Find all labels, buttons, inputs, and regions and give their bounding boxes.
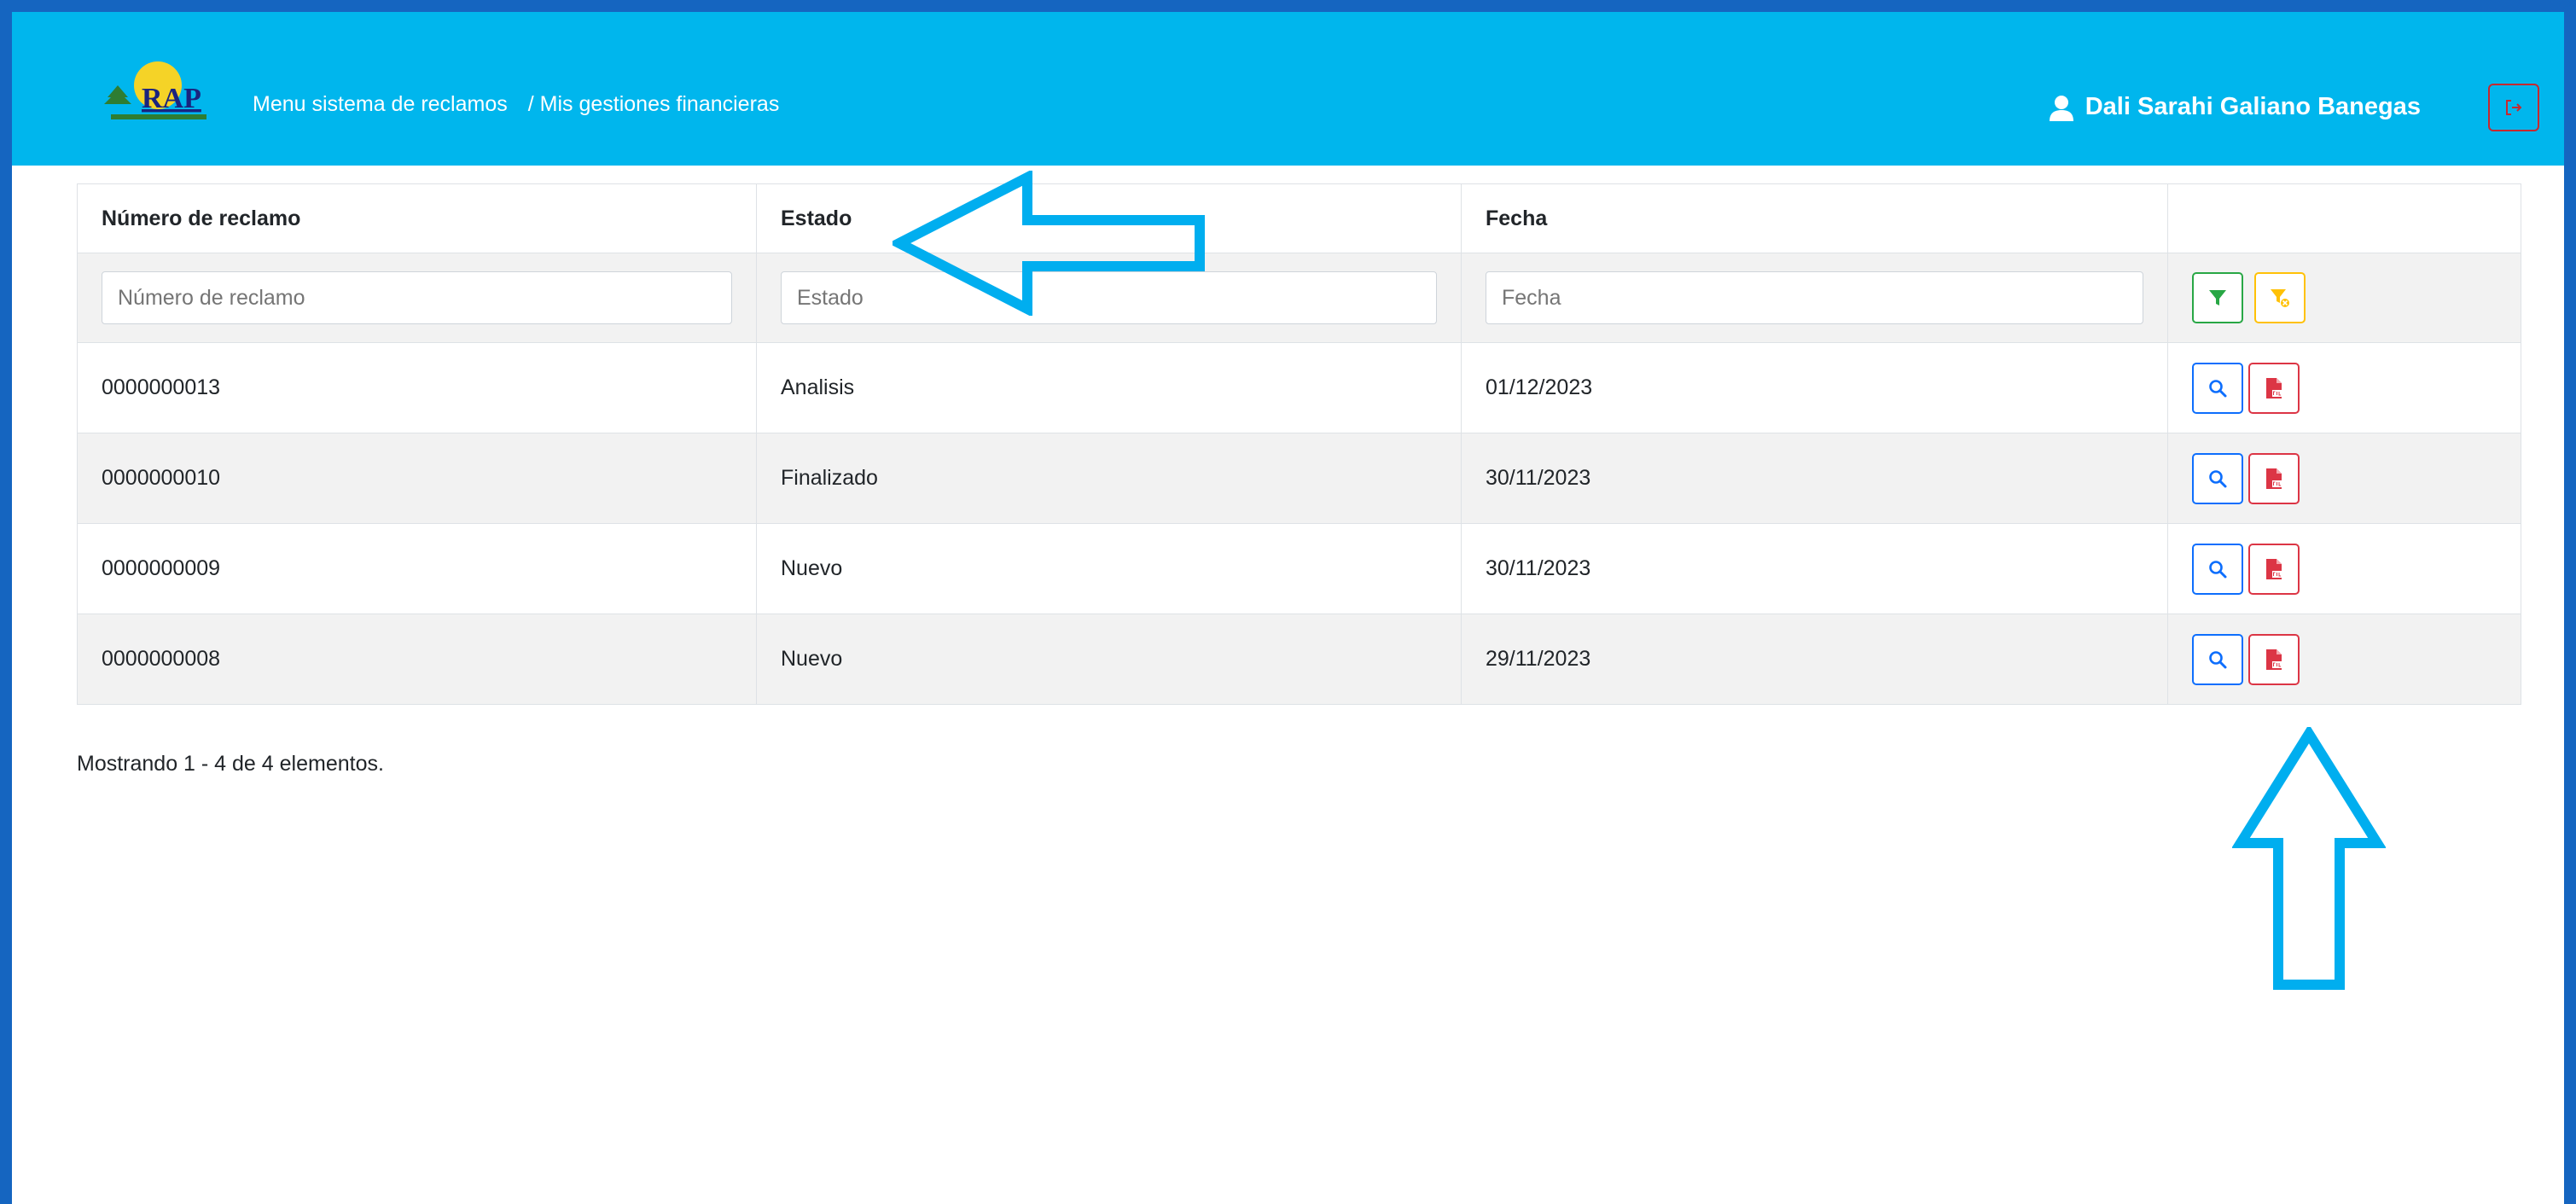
row-actions-cell xyxy=(2167,523,2521,614)
claim-number-cell: 0000000008 xyxy=(77,614,757,705)
claim-date-cell: 01/12/2023 xyxy=(1461,342,2168,433)
user-menu[interactable]: Dali Sarahi Galiano Banegas xyxy=(2048,93,2421,121)
breadcrumb: Menu sistema de reclamos / Mis gestiones… xyxy=(253,92,779,117)
table-row: 0000000008 Nuevo 29/11/2023 xyxy=(77,614,2521,705)
claim-number-cell: 0000000013 xyxy=(77,342,757,433)
app-window: RAP Menu sistema de reclamos / Mis gesti… xyxy=(12,12,2564,1204)
claim-status-cell: Finalizado xyxy=(756,433,1462,524)
logout-button[interactable] xyxy=(2488,84,2539,131)
view-claim-button[interactable] xyxy=(2192,362,2243,414)
pdf-icon xyxy=(2266,468,2282,489)
claim-status-cell: Analisis xyxy=(756,342,1462,433)
row-actions-cell xyxy=(2167,433,2521,524)
breadcrumb-menu-link[interactable]: Menu sistema de reclamos xyxy=(253,92,508,117)
annotation-arrow-left xyxy=(893,171,1205,316)
claim-date-cell: 30/11/2023 xyxy=(1461,433,2168,524)
search-icon xyxy=(2209,469,2227,487)
numero-filter-input[interactable] xyxy=(102,271,732,324)
user-icon xyxy=(2049,95,2073,121)
pagination-summary: Mostrando 1 - 4 de 4 elementos. xyxy=(77,752,384,776)
filter-actions-cell xyxy=(2167,253,2521,343)
claim-status-cell: Nuevo xyxy=(756,614,1462,705)
fecha-filter-input[interactable] xyxy=(1486,271,2143,324)
filter-clear-icon xyxy=(2270,289,2289,307)
table-row: 0000000010 Finalizado 30/11/2023 xyxy=(77,433,2521,524)
search-icon xyxy=(2209,560,2227,578)
user-name: Dali Sarahi Galiano Banegas xyxy=(2085,93,2421,120)
download-pdf-button[interactable] xyxy=(2248,362,2300,414)
download-pdf-button[interactable] xyxy=(2248,543,2300,595)
row-actions-cell xyxy=(2167,342,2521,433)
column-header-fecha[interactable]: Fecha xyxy=(1461,183,2168,253)
claim-number-cell: 0000000009 xyxy=(77,523,757,614)
pdf-icon xyxy=(2266,377,2282,398)
pdf-icon xyxy=(2266,649,2282,670)
rap-logo[interactable]: RAP xyxy=(99,60,217,126)
view-claim-button[interactable] xyxy=(2192,543,2243,595)
top-navbar: RAP Menu sistema de reclamos / Mis gesti… xyxy=(12,12,2564,166)
table-header: Número de reclamo Estado Fecha xyxy=(77,183,2521,253)
filter-icon xyxy=(2209,290,2226,305)
download-pdf-button[interactable] xyxy=(2248,452,2300,504)
claim-date-cell: 29/11/2023 xyxy=(1461,614,2168,705)
column-header-actions xyxy=(2167,183,2521,253)
view-claim-button[interactable] xyxy=(2192,452,2243,504)
download-pdf-button[interactable] xyxy=(2248,633,2300,685)
logo-text: RAP xyxy=(142,83,201,114)
table-row: 0000000013 Analisis 01/12/2023 xyxy=(77,342,2521,433)
claim-number-cell: 0000000010 xyxy=(77,433,757,524)
search-icon xyxy=(2209,650,2227,668)
logout-icon xyxy=(2506,100,2522,115)
row-actions-cell xyxy=(2167,614,2521,705)
breadcrumb-current: / Mis gestiones financieras xyxy=(527,92,780,116)
view-claim-button[interactable] xyxy=(2192,633,2243,685)
pdf-icon xyxy=(2266,558,2282,579)
search-icon xyxy=(2209,379,2227,397)
table-row: 0000000009 Nuevo 30/11/2023 xyxy=(77,523,2521,614)
filter-row xyxy=(77,253,2521,343)
annotation-arrow-up xyxy=(2232,727,2386,990)
claim-status-cell: Nuevo xyxy=(756,523,1462,614)
filter-cell xyxy=(1461,253,2168,343)
apply-filter-button[interactable] xyxy=(2192,272,2243,323)
filter-cell xyxy=(77,253,757,343)
column-header-numero[interactable]: Número de reclamo xyxy=(77,183,757,253)
claims-table: Número de reclamo Estado Fecha Número de… xyxy=(77,183,2521,705)
claim-date-cell: 30/11/2023 xyxy=(1461,523,2168,614)
clear-filter-button[interactable] xyxy=(2253,272,2306,323)
